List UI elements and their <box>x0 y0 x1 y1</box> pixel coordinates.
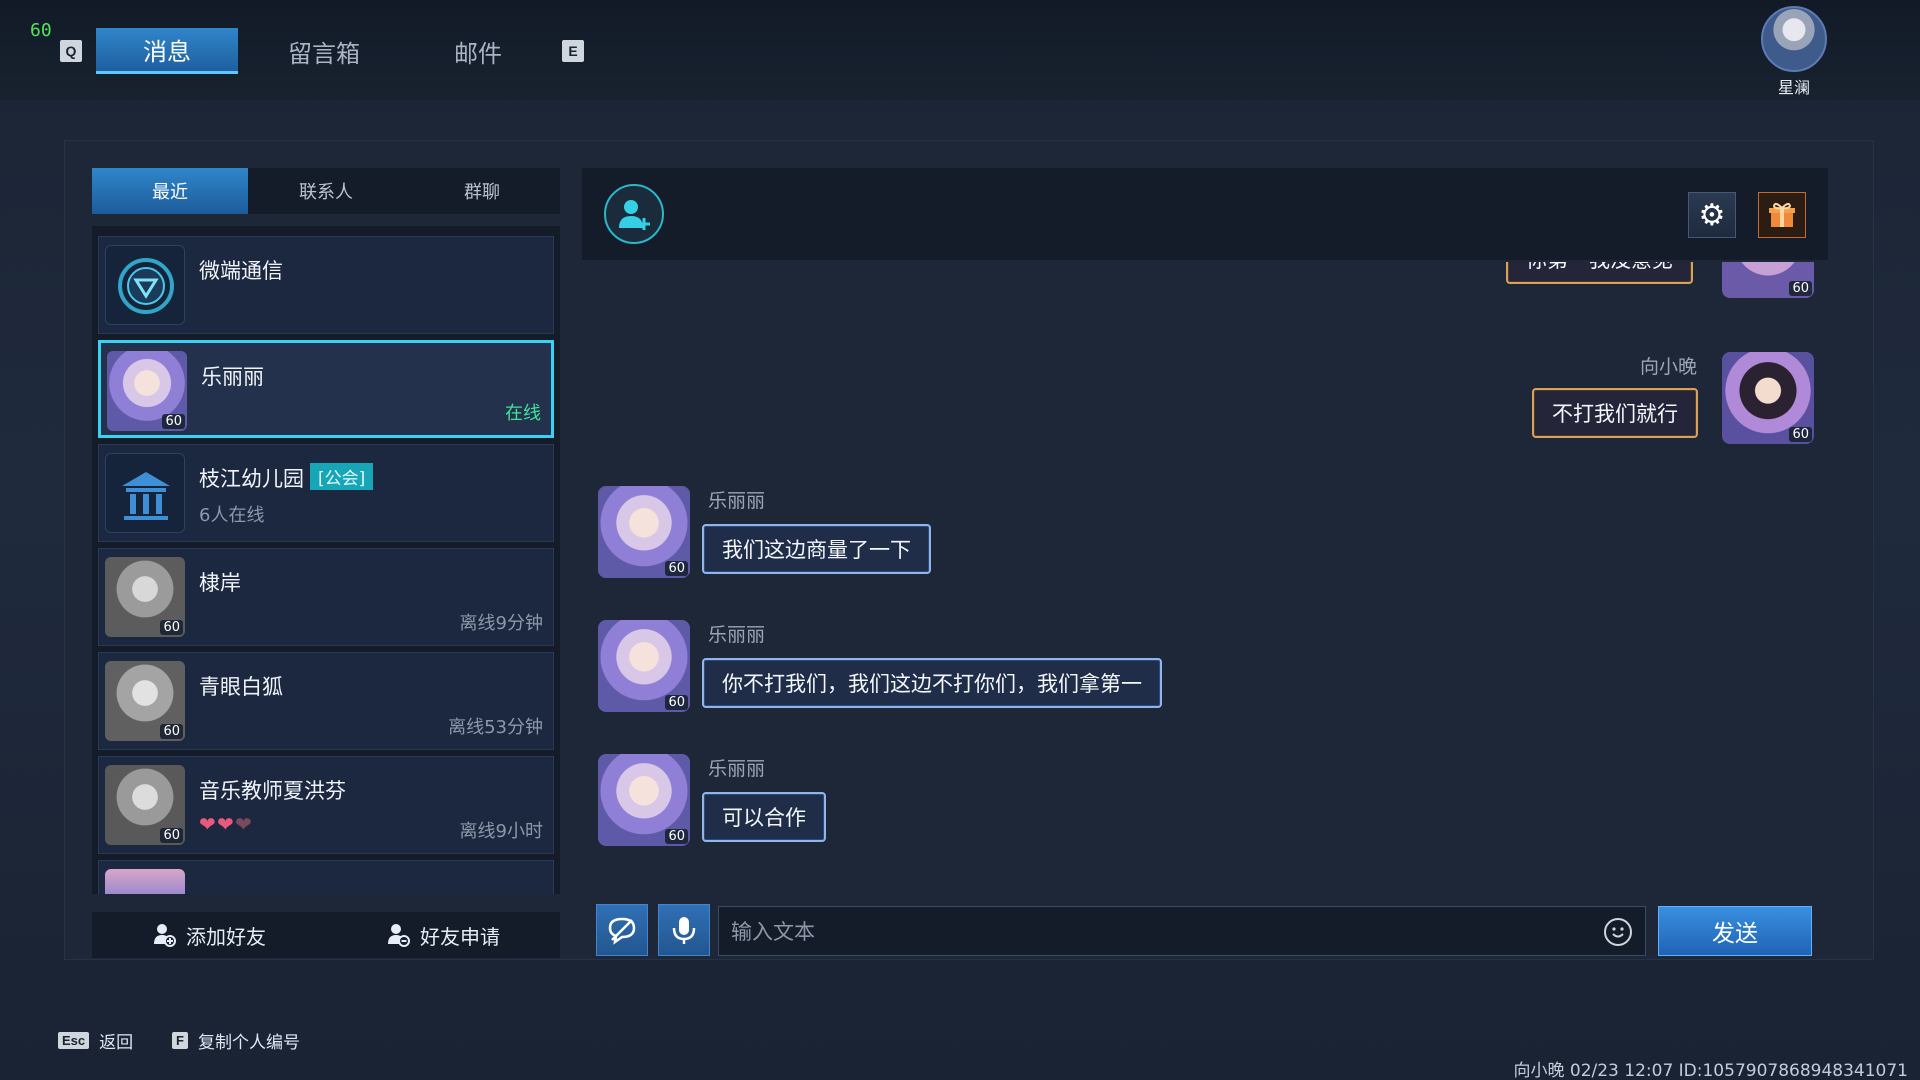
conversation-name: 乐丽丽 <box>201 365 264 389</box>
avatar: 60 <box>1722 262 1814 298</box>
friend-request-icon <box>388 924 410 947</box>
microphone-icon <box>672 917 696 944</box>
message-bubble: 我们这边商量了一下 <box>702 524 931 574</box>
system-channel-icon <box>105 245 185 325</box>
message-bubble: 不打我们就行 <box>1532 388 1698 438</box>
add-friend-icon <box>154 924 176 947</box>
heart-icon: ❤ <box>199 812 216 836</box>
avatar: 60 <box>1722 352 1814 444</box>
offline-status: 离线53分钟 <box>448 717 543 738</box>
guild-icon <box>105 453 185 533</box>
conversation-tabs: 最近 联系人 群聊 <box>92 168 560 214</box>
conversation-item[interactable]: 60 棣岸 离线9分钟 <box>98 548 554 646</box>
conversation-item[interactable]: 60 音乐教师夏洪芬 ❤❤❤ 离线9小时 <box>98 756 554 854</box>
level-badge: 60 <box>162 414 185 429</box>
avatar: 60 <box>598 754 690 846</box>
player-name: 星澜 <box>1777 78 1810 97</box>
copy-id-hint[interactable]: F 复制个人编号 <box>172 1028 300 1053</box>
sender-name: 乐丽丽 <box>708 624 766 646</box>
tab-messages[interactable]: 消息 <box>96 28 238 74</box>
conversation-item[interactable]: 枝江幼儿园 [公会] 6人在线 <box>98 444 554 542</box>
back-hint[interactable]: Esc 返回 <box>58 1028 133 1053</box>
online-count: 6人在线 <box>199 505 265 526</box>
level-badge: 60 <box>665 695 688 710</box>
voice-button[interactable] <box>658 904 710 956</box>
quick-chat-icon <box>608 917 636 945</box>
player-info: 向小晚 02/23 12:07 ID:1057907868948341071 <box>1513 1061 1908 1080</box>
sender-name: 乐丽丽 <box>708 490 766 512</box>
offline-status: 离线9小时 <box>459 821 543 842</box>
conversation-list[interactable]: 微端通信 60 乐丽丽 在线 枝江幼儿园 [公会] 6人在线 60 棣岸 离线9… <box>92 226 560 894</box>
conversation-item[interactable]: 微端通信 <box>98 236 554 334</box>
avatar: 60 <box>598 620 690 712</box>
guild-tag: [公会] <box>310 463 374 490</box>
tab-recent[interactable]: 最近 <box>92 168 248 214</box>
sender-name: 向小晚 <box>1640 356 1698 378</box>
level-badge: 60 <box>665 561 688 576</box>
fps-counter: 60 <box>30 20 52 41</box>
conversation-name: 青眼白狐 <box>199 675 283 699</box>
gift-button[interactable] <box>1758 192 1806 238</box>
chat-header: ⚙ <box>582 168 1828 260</box>
online-status: 在线 <box>505 403 541 424</box>
conversation-name: 音乐教师夏洪芬 <box>199 779 346 803</box>
level-badge: 60 <box>160 724 183 739</box>
message-input[interactable]: 输入文本 <box>718 906 1646 956</box>
level-badge: 60 <box>1789 281 1812 296</box>
conversation-item[interactable]: 60 乐丽丽 在线 <box>98 340 554 438</box>
friend-request-button[interactable]: 好友申请 <box>326 912 560 958</box>
friend-actions: 添加好友 好友申请 <box>92 912 560 958</box>
conversation-item[interactable]: 60 青眼白狐 离线53分钟 <box>98 652 554 750</box>
message-area[interactable]: 你第一我没意见 60 向小晚 不打我们就行 60 60 乐丽丽 我们这边商量了一… <box>582 262 1828 882</box>
chat-settings-button[interactable]: ⚙ <box>1688 192 1736 238</box>
level-badge: 60 <box>1789 427 1812 442</box>
conversation-name: 棣岸 <box>199 571 241 595</box>
sender-name: 乐丽丽 <box>708 758 766 780</box>
intimacy-hearts: ❤❤❤ <box>199 812 253 836</box>
avatar: 60 <box>107 351 187 431</box>
f-key: F <box>172 1032 188 1049</box>
copy-id-label: 复制个人编号 <box>197 1033 300 1053</box>
emoji-icon[interactable] <box>1604 918 1632 946</box>
conversation-name: 微端通信 <box>199 259 283 283</box>
gear-icon: ⚙ <box>1698 197 1726 233</box>
esc-key: Esc <box>58 1032 90 1049</box>
avatar: 60 <box>598 486 690 578</box>
avatar: 60 <box>105 557 185 637</box>
next-tab-key-hint: E <box>562 40 584 62</box>
tab-group-chat[interactable]: 群聊 <box>404 168 560 214</box>
offline-status: 离线9分钟 <box>459 613 543 634</box>
tab-contacts[interactable]: 联系人 <box>248 168 404 214</box>
level-badge: 60 <box>665 829 688 844</box>
avatar <box>1761 6 1827 72</box>
add-friend-label: 添加好友 <box>186 924 266 949</box>
friend-request-label: 好友申请 <box>420 924 500 949</box>
tab-message-box[interactable]: 留言箱 <box>262 28 386 74</box>
level-badge: 60 <box>160 828 183 843</box>
add-user-icon <box>619 200 650 230</box>
conversation-name: 枝江幼儿园 [公会] <box>199 463 374 493</box>
heart-icon: ❤ <box>235 812 252 836</box>
avatar: 60 <box>105 661 185 741</box>
add-contact-button[interactable] <box>604 184 664 244</box>
message-bubble: 可以合作 <box>702 792 826 842</box>
prev-tab-key-hint: Q <box>60 40 82 62</box>
avatar <box>105 869 185 894</box>
conversation-item[interactable] <box>98 860 554 894</box>
back-label: 返回 <box>99 1033 134 1053</box>
avatar: 60 <box>105 765 185 845</box>
send-button[interactable]: 发送 <box>1658 906 1812 956</box>
gift-icon <box>1769 202 1795 227</box>
level-badge: 60 <box>160 620 183 635</box>
player-profile[interactable]: 星澜 <box>1756 6 1832 97</box>
guild-name: 枝江幼儿园 <box>199 467 304 491</box>
message-bubble: 你第一我没意见 <box>1506 262 1693 284</box>
add-friend-button[interactable]: 添加好友 <box>92 912 326 958</box>
heart-icon: ❤ <box>217 812 234 836</box>
quick-phrase-button[interactable] <box>596 904 648 956</box>
message-bubble: 你不打我们，我们这边不打你们，我们拿第一 <box>702 658 1162 708</box>
tab-mail[interactable]: 邮件 <box>418 28 538 74</box>
